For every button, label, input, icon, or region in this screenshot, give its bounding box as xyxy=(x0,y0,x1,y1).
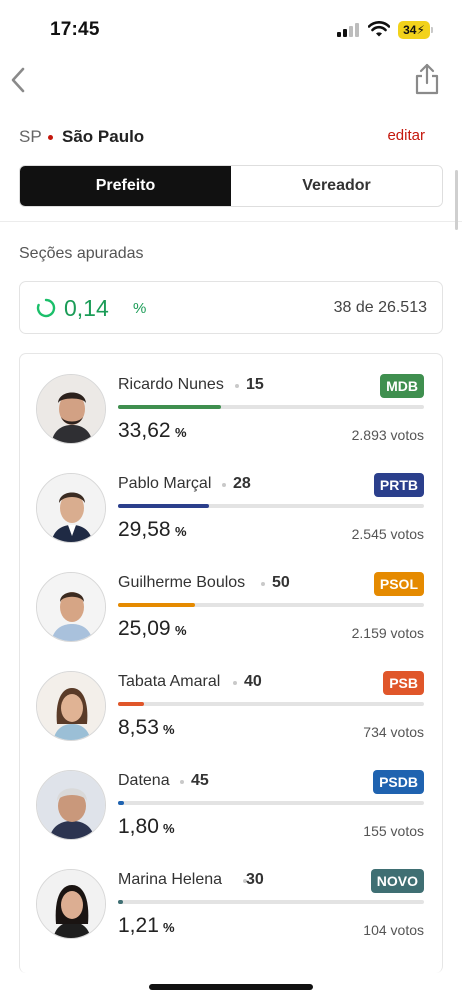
candidate-votes: 734 votos xyxy=(363,724,424,740)
name-separator xyxy=(222,483,226,487)
candidate-name: Ricardo Nunes xyxy=(118,376,224,393)
office-tabs: Prefeito Vereador xyxy=(19,165,443,207)
tab-prefeito[interactable]: Prefeito xyxy=(20,166,231,206)
candidate-number: 50 xyxy=(272,574,290,591)
candidate-percent: 29,58 xyxy=(118,518,171,541)
location-header: SP São Paulo editar xyxy=(19,126,425,148)
city-label: São Paulo xyxy=(62,127,145,146)
home-indicator[interactable] xyxy=(149,984,313,990)
candidate-number: 15 xyxy=(246,376,264,393)
wifi-icon xyxy=(367,21,391,42)
cellular-signal-icon xyxy=(337,23,361,37)
back-button[interactable] xyxy=(8,64,34,96)
share-icon xyxy=(415,63,439,95)
sections-percent: 0,14 xyxy=(64,295,109,321)
vote-bar-fill xyxy=(118,603,195,607)
vote-bar xyxy=(118,900,424,904)
percent-sign: % xyxy=(175,623,187,638)
name-separator xyxy=(180,780,184,784)
scroll-indicator xyxy=(455,170,458,230)
percent-sign: % xyxy=(175,425,187,440)
candidate-row[interactable]: Ricardo Nunes 15 MDB 33,62 % 2.893 votos xyxy=(20,354,442,453)
candidate-number: 45 xyxy=(191,772,209,789)
candidate-percent: 1,80 xyxy=(118,815,159,838)
candidate-votes: 155 votos xyxy=(363,823,424,839)
separator-dot xyxy=(48,135,53,140)
candidate-name: Tabata Amaral xyxy=(118,673,221,690)
candidate-percent: 1,21 xyxy=(118,914,159,937)
name-separator xyxy=(233,681,237,685)
candidate-avatar xyxy=(36,869,106,939)
candidate-row[interactable]: Datena 45 PSDB 1,80 % 155 votos xyxy=(20,750,442,849)
name-separator xyxy=(261,582,265,586)
candidate-avatar xyxy=(36,671,106,741)
party-badge: PSOL xyxy=(373,572,424,596)
vote-bar xyxy=(118,702,424,706)
candidate-number: 30 xyxy=(246,871,264,888)
candidate-name: Pablo Marçal xyxy=(118,475,212,492)
loading-spinner-icon xyxy=(36,298,56,318)
battery-icon: 34⚡ xyxy=(398,21,430,39)
chevron-left-icon xyxy=(11,67,25,93)
candidate-row[interactable]: Marina Helena 30 NOVO 1,21 % 104 votos xyxy=(20,849,442,948)
vote-bar xyxy=(118,405,424,409)
candidate-name: Marina Helena xyxy=(118,871,223,888)
candidates-list: Ricardo Nunes 15 MDB 33,62 % 2.893 votos… xyxy=(19,353,443,973)
candidate-votes: 2.159 votos xyxy=(351,625,424,641)
candidate-row[interactable]: Tabata Amaral 40 PSB 8,53 % 734 votos xyxy=(20,651,442,750)
percent-sign: % xyxy=(163,722,175,737)
vote-bar xyxy=(118,504,424,508)
candidate-avatar xyxy=(36,770,106,840)
status-bar: 17:45 34⚡ xyxy=(0,0,462,58)
charging-bolt-icon: ⚡ xyxy=(416,23,425,37)
vote-bar-fill xyxy=(118,801,124,805)
party-badge: PRTB xyxy=(373,473,424,497)
vote-bar xyxy=(118,801,424,805)
sections-percent-sign: % xyxy=(133,300,147,317)
percent-sign: % xyxy=(163,920,175,935)
share-button[interactable] xyxy=(413,62,441,96)
vote-bar-fill xyxy=(118,900,123,904)
vote-bar-fill xyxy=(118,702,145,706)
candidate-votes: 104 votos xyxy=(363,922,424,938)
edit-location-link[interactable]: editar xyxy=(387,127,425,144)
candidate-votes: 2.893 votos xyxy=(351,427,424,443)
vote-bar-fill xyxy=(118,504,209,508)
battery-tip xyxy=(431,27,433,33)
candidate-name: Guilherme Boulos xyxy=(118,574,246,591)
candidate-percent: 8,53 xyxy=(118,716,159,739)
percent-sign: % xyxy=(175,524,187,539)
candidate-row[interactable]: Guilherme Boulos 50 PSOL 25,09 % 2.159 v… xyxy=(20,552,442,651)
candidate-number: 40 xyxy=(244,673,262,690)
vote-bar xyxy=(118,603,424,607)
party-badge: PSDB xyxy=(373,770,424,794)
candidate-percent: 33,62 xyxy=(118,419,171,442)
party-badge: NOVO xyxy=(370,869,424,893)
sections-progress-card: 0,14 % 38 de 26.513 xyxy=(19,281,443,334)
candidate-avatar xyxy=(36,473,106,543)
status-time: 17:45 xyxy=(50,19,100,40)
divider xyxy=(0,221,462,222)
candidate-row[interactable]: Pablo Marçal 28 PRTB 29,58 % 2.545 votos xyxy=(20,453,442,552)
candidate-percent: 25,09 xyxy=(118,617,171,640)
party-badge: PSB xyxy=(383,671,424,695)
candidate-name: Datena xyxy=(118,772,170,789)
party-badge: MDB xyxy=(380,374,424,398)
candidate-avatar xyxy=(36,374,106,444)
tab-vereador[interactable]: Vereador xyxy=(231,166,442,206)
sections-count: 38 de 26.513 xyxy=(333,299,427,316)
percent-sign: % xyxy=(163,821,175,836)
state-label: SP xyxy=(19,127,42,146)
vote-bar-fill xyxy=(118,405,221,409)
battery-level: 34 xyxy=(403,23,417,37)
sections-label: Seções apuradas xyxy=(19,245,144,262)
name-separator xyxy=(235,384,239,388)
candidate-votes: 2.545 votos xyxy=(351,526,424,542)
candidate-avatar xyxy=(36,572,106,642)
candidate-number: 28 xyxy=(233,475,251,492)
